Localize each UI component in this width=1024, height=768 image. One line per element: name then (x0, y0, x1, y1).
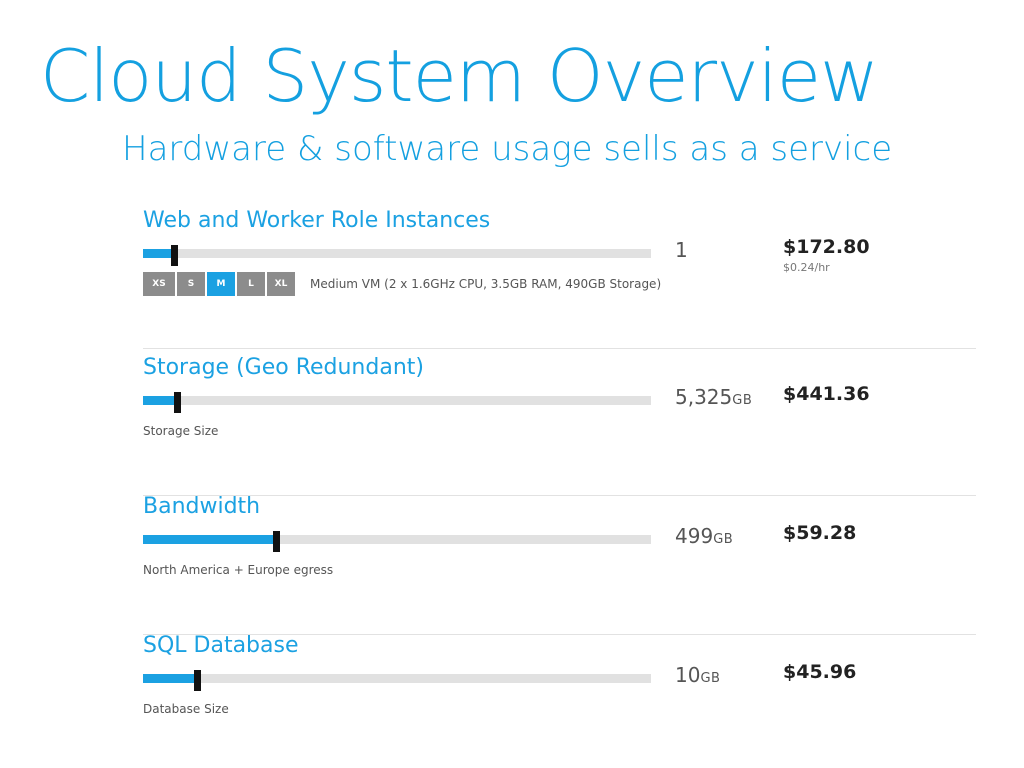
slider-caption: North America + Europe egress (143, 563, 334, 577)
vm-size-description: Medium VM (2 x 1.6GHz CPU, 3.5GB RAM, 49… (310, 277, 662, 291)
quantity-value: 10GB (675, 663, 721, 687)
size-xl-button[interactable]: XL (267, 272, 295, 296)
vm-size-selector: XS S M L XL (143, 272, 295, 296)
size-m-button[interactable]: M (207, 272, 235, 296)
section-divider (143, 348, 976, 349)
service-name: Web and Worker Role Instances (143, 208, 491, 233)
quantity-value: 5,325GB (675, 385, 753, 409)
slider-caption: Storage Size (143, 424, 219, 438)
slider-handle[interactable] (273, 531, 280, 552)
hourly-rate: $0.24/hr (783, 261, 830, 274)
storage-slider[interactable] (143, 392, 651, 413)
page-subtitle: Hardware & software usage sells as a ser… (122, 129, 893, 169)
monthly-price: $441.36 (783, 383, 870, 405)
slider-handle[interactable] (194, 670, 201, 691)
quantity-value: 499GB (675, 524, 734, 548)
slider-fill (143, 249, 172, 258)
database-slider[interactable] (143, 670, 651, 691)
bandwidth-slider[interactable] (143, 531, 651, 552)
service-name: Storage (Geo Redundant) (143, 355, 424, 380)
page: Cloud System Overview Hardware & softwar… (0, 0, 1024, 768)
slider-handle[interactable] (174, 392, 181, 413)
service-name: SQL Database (143, 633, 299, 658)
page-title: Cloud System Overview (40, 34, 879, 118)
slider-fill (143, 674, 195, 683)
service-storage: Storage (Geo Redundant) 5,325GB $441.36 … (143, 357, 976, 496)
monthly-price: $172.80 (783, 236, 870, 258)
service-name: Bandwidth (143, 494, 261, 519)
monthly-price: $59.28 (783, 522, 857, 544)
service-bandwidth: Bandwidth 499GB $59.28 North America + E… (143, 496, 976, 635)
monthly-price: $45.96 (783, 661, 857, 683)
size-xs-button[interactable]: XS (143, 272, 175, 296)
slider-fill (143, 535, 274, 544)
slider-caption: Database Size (143, 702, 229, 716)
slider-track[interactable] (143, 249, 651, 258)
slider-track[interactable] (143, 674, 651, 683)
quantity-value: 1 (675, 238, 688, 262)
slider-fill (143, 396, 175, 405)
slider-track[interactable] (143, 396, 651, 405)
size-l-button[interactable]: L (237, 272, 265, 296)
instances-slider[interactable] (143, 245, 651, 266)
slider-handle[interactable] (171, 245, 178, 266)
service-web-worker: Web and Worker Role Instances 1 $172.80 … (143, 210, 976, 349)
service-sql-database: SQL Database 10GB $45.96 Database Size (143, 635, 976, 768)
size-s-button[interactable]: S (177, 272, 205, 296)
